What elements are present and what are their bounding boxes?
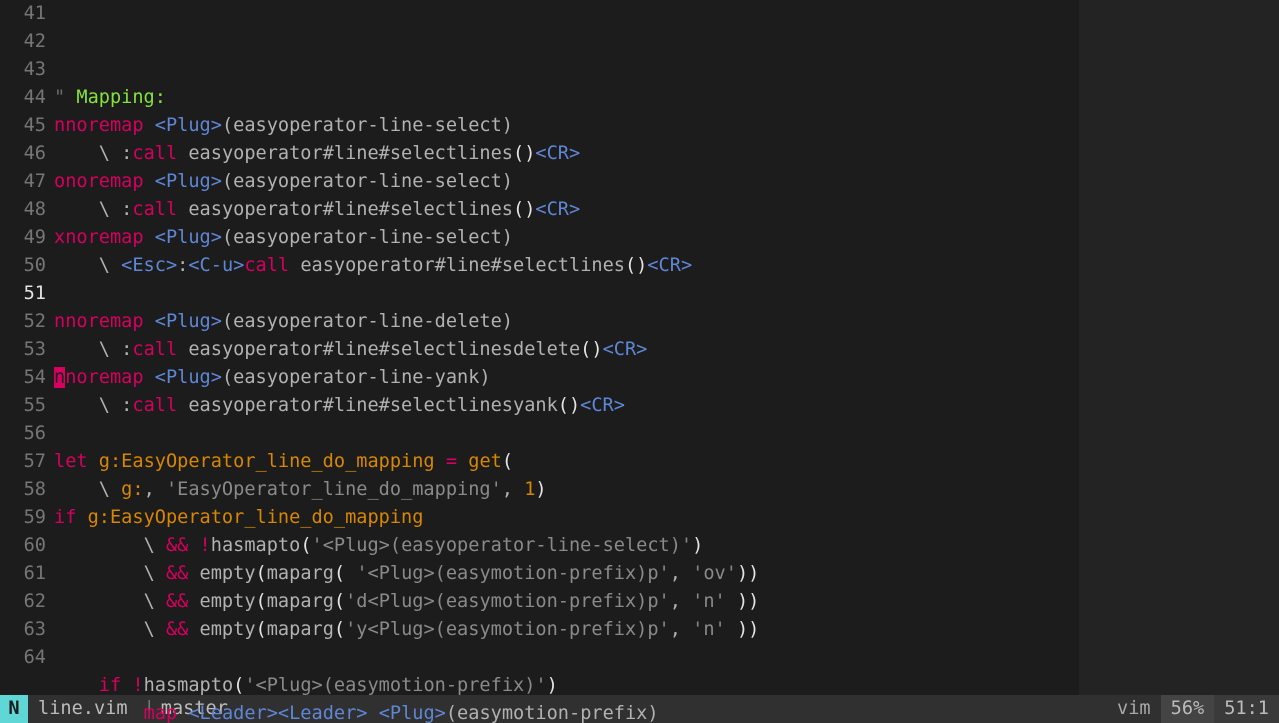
line-number: 44 (0, 84, 46, 112)
line-number: 42 (0, 28, 46, 56)
line-number: 62 (0, 588, 46, 616)
line-number: 47 (0, 168, 46, 196)
line-number: 49 (0, 224, 46, 252)
line-number: 56 (0, 420, 46, 448)
right-background-column (1079, 0, 1279, 695)
line-number: 61 (0, 560, 46, 588)
mode-indicator: N (0, 695, 28, 723)
line-number: 55 (0, 392, 46, 420)
line-number: 48 (0, 196, 46, 224)
line-number: 43 (0, 56, 46, 84)
code-area[interactable]: " Mapping:nnoremap <Plug>(easyoperator-l… (54, 0, 1279, 695)
line-number: 46 (0, 140, 46, 168)
line-number: 52 (0, 308, 46, 336)
line-number: 53 (0, 336, 46, 364)
line-number: 59 (0, 504, 46, 532)
editor[interactable]: 4142434445464748495051525354555657585960… (0, 0, 1279, 695)
line-number: 58 (0, 476, 46, 504)
line-number: 45 (0, 112, 46, 140)
line-number: 60 (0, 532, 46, 560)
line-number: 64 (0, 644, 46, 672)
code-line[interactable]: map <Leader><Leader> <Plug>(easymotion-p… (54, 700, 1279, 723)
line-number: 51 (0, 280, 46, 308)
line-number: 50 (0, 252, 46, 280)
line-number: 57 (0, 448, 46, 476)
line-number-gutter: 4142434445464748495051525354555657585960… (0, 0, 54, 695)
line-number: 63 (0, 616, 46, 644)
line-number: 41 (0, 0, 46, 28)
line-number: 54 (0, 364, 46, 392)
